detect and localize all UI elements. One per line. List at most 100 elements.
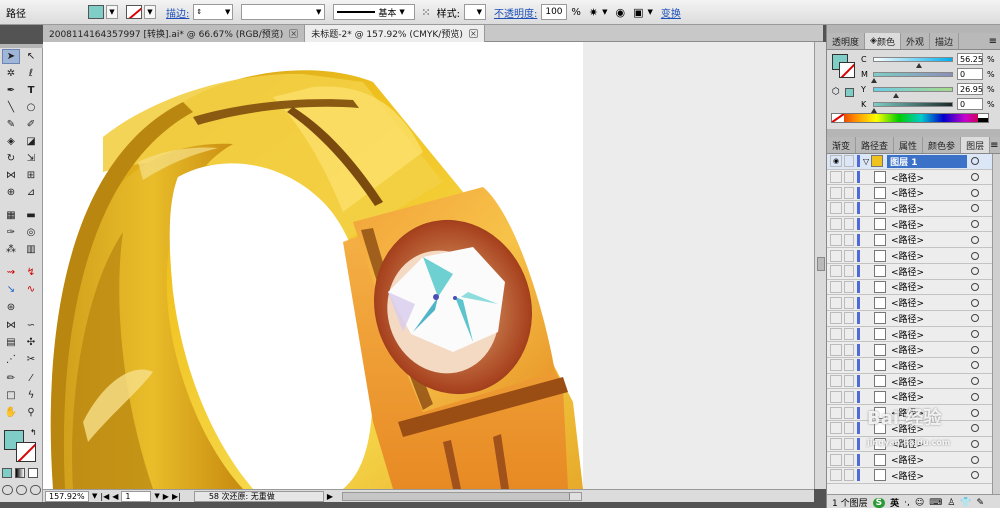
scroll-thumb[interactable] bbox=[568, 492, 581, 500]
next-page-icon[interactable]: ▶ bbox=[163, 492, 169, 501]
none-mode-icon[interactable] bbox=[28, 468, 38, 478]
visibility-toggle[interactable] bbox=[830, 233, 842, 246]
tab-stroke[interactable]: 描边 bbox=[930, 33, 959, 49]
layer-row[interactable]: <路径> bbox=[827, 279, 993, 296]
layer-row[interactable]: <路径> bbox=[827, 248, 993, 264]
chevron-down-icon[interactable]: ▼ bbox=[144, 5, 156, 19]
visibility-toggle[interactable] bbox=[830, 390, 842, 403]
lock-toggle[interactable] bbox=[844, 375, 854, 388]
status-text-box[interactable]: 58 次还原: 无重做 bbox=[193, 490, 324, 502]
zoom-icon[interactable]: ⚲ bbox=[22, 405, 40, 420]
tab-color-guide[interactable]: 颜色参 bbox=[923, 137, 962, 153]
magic-wand-icon[interactable]: ✲ bbox=[2, 66, 20, 81]
target-icon[interactable] bbox=[971, 392, 979, 401]
layer-row-main[interactable]: ◉ ▽ 图层 1 bbox=[827, 154, 993, 170]
lock-toggle[interactable] bbox=[844, 359, 854, 372]
chevron-down-icon[interactable]: ▼ bbox=[106, 5, 118, 19]
tab-transparency[interactable]: 透明度 bbox=[827, 33, 866, 49]
layer-row[interactable]: <路径> bbox=[827, 216, 993, 233]
k-value-input[interactable]: 0 bbox=[957, 98, 983, 110]
mesh-icon[interactable]: ▦ bbox=[2, 208, 20, 223]
path-name[interactable]: <路径> bbox=[891, 186, 971, 199]
tab-document-2[interactable]: 未标题-2* @ 157.92% (CMYK/预览) × bbox=[305, 25, 485, 42]
target-icon[interactable] bbox=[971, 298, 979, 307]
gradient-icon[interactable]: ▬ bbox=[22, 208, 40, 223]
target-icon[interactable] bbox=[971, 314, 979, 323]
stroke-weight-field[interactable]: ⇕ ▼ bbox=[193, 4, 234, 20]
scissors-icon[interactable]: ✂ bbox=[22, 352, 40, 367]
lasso-icon[interactable]: ℓ bbox=[22, 66, 40, 81]
lock-toggle[interactable] bbox=[844, 155, 854, 168]
crystallize-icon[interactable]: ⋰ bbox=[2, 352, 20, 367]
target-icon[interactable] bbox=[971, 157, 979, 166]
emoji-icon[interactable]: ☺ bbox=[915, 498, 924, 508]
lock-toggle[interactable] bbox=[844, 280, 854, 293]
hand-icon[interactable]: ✋ bbox=[2, 405, 20, 420]
blend-icon[interactable]: ◎ bbox=[22, 225, 40, 240]
ime-language-label[interactable]: 英 bbox=[890, 496, 899, 508]
layer-row[interactable]: <路径> bbox=[827, 295, 993, 311]
draw-inside-icon[interactable] bbox=[30, 485, 41, 495]
path-name[interactable]: <路径> bbox=[891, 375, 971, 388]
visibility-toggle[interactable] bbox=[830, 171, 842, 184]
color-spectrum[interactable] bbox=[831, 113, 989, 123]
chevron-down-icon[interactable]: ▼ bbox=[647, 8, 652, 16]
target-icon[interactable] bbox=[971, 188, 979, 197]
vertical-scrollbar[interactable] bbox=[814, 42, 826, 489]
lock-toggle[interactable] bbox=[844, 328, 854, 341]
brush-icon[interactable]: ⁙ bbox=[421, 6, 430, 19]
draw-normal-icon[interactable] bbox=[2, 485, 13, 495]
ime-status-icon[interactable]: S bbox=[872, 497, 886, 508]
visibility-toggle[interactable] bbox=[830, 249, 842, 262]
status-menu-icon[interactable]: ▶ bbox=[327, 492, 333, 501]
lock-toggle[interactable] bbox=[844, 390, 854, 403]
slider-thumb[interactable] bbox=[871, 107, 877, 113]
path-name[interactable]: <路径> bbox=[891, 312, 971, 325]
symbol-sprayer-icon[interactable]: ⁂ bbox=[2, 242, 20, 257]
graph-icon[interactable]: ▤ bbox=[2, 335, 20, 350]
visibility-toggle[interactable] bbox=[830, 218, 842, 231]
path-name[interactable]: <路径> bbox=[891, 296, 971, 309]
horizontal-scrollbar[interactable] bbox=[341, 491, 582, 501]
canvas-area[interactable] bbox=[43, 42, 814, 489]
visibility-toggle[interactable] bbox=[830, 186, 842, 199]
rotate-icon[interactable]: ↻ bbox=[2, 151, 20, 166]
last-page-icon[interactable]: ▶| bbox=[172, 492, 181, 501]
target-icon[interactable] bbox=[971, 204, 979, 213]
transform-link[interactable]: 变换 bbox=[661, 5, 681, 20]
path-name[interactable]: <路径> bbox=[891, 265, 971, 278]
target-icon[interactable] bbox=[971, 377, 979, 386]
gradient-mode-icon[interactable] bbox=[15, 468, 25, 478]
prev-page-icon[interactable]: ◀ bbox=[112, 492, 118, 501]
visibility-toggle[interactable] bbox=[830, 422, 842, 435]
lock-toggle[interactable] bbox=[844, 218, 854, 231]
lock-toggle[interactable] bbox=[844, 437, 854, 450]
stepper-icon[interactable]: ⇕ bbox=[196, 8, 202, 16]
eyedropper-2-icon[interactable]: ⁄ bbox=[22, 371, 40, 386]
pen-icon[interactable]: ✒ bbox=[2, 83, 20, 98]
live-paint-icon[interactable]: ⇝ bbox=[2, 265, 20, 280]
c-slider[interactable] bbox=[873, 56, 953, 68]
y-slider[interactable] bbox=[873, 86, 953, 98]
target-icon[interactable] bbox=[971, 235, 979, 244]
path-name[interactable]: <路径> bbox=[891, 233, 971, 246]
visibility-toggle[interactable] bbox=[830, 453, 842, 466]
path-name[interactable]: <路径> bbox=[891, 202, 971, 215]
eyedropper-icon[interactable]: ✑ bbox=[2, 225, 20, 240]
lock-toggle[interactable] bbox=[844, 202, 854, 215]
layer-row[interactable]: <路径> bbox=[827, 389, 993, 406]
fill-swatch[interactable] bbox=[88, 5, 104, 19]
visibility-toggle[interactable] bbox=[830, 437, 842, 450]
visibility-toggle[interactable] bbox=[830, 328, 842, 341]
visibility-toggle[interactable] bbox=[830, 265, 842, 278]
line-icon[interactable]: ╲ bbox=[2, 100, 20, 115]
panel-grip[interactable] bbox=[827, 129, 1000, 137]
lock-toggle[interactable] bbox=[844, 171, 854, 184]
chevron-down-icon[interactable]: ▼ bbox=[225, 8, 230, 16]
artboard[interactable] bbox=[43, 42, 583, 489]
target-icon[interactable] bbox=[971, 173, 979, 182]
black-white-swatch[interactable] bbox=[978, 114, 988, 122]
direct-selection-tool-icon[interactable]: ↖ bbox=[22, 49, 40, 64]
style-field[interactable]: ▼ bbox=[463, 4, 486, 20]
m-value-input[interactable]: 0 bbox=[957, 68, 983, 80]
